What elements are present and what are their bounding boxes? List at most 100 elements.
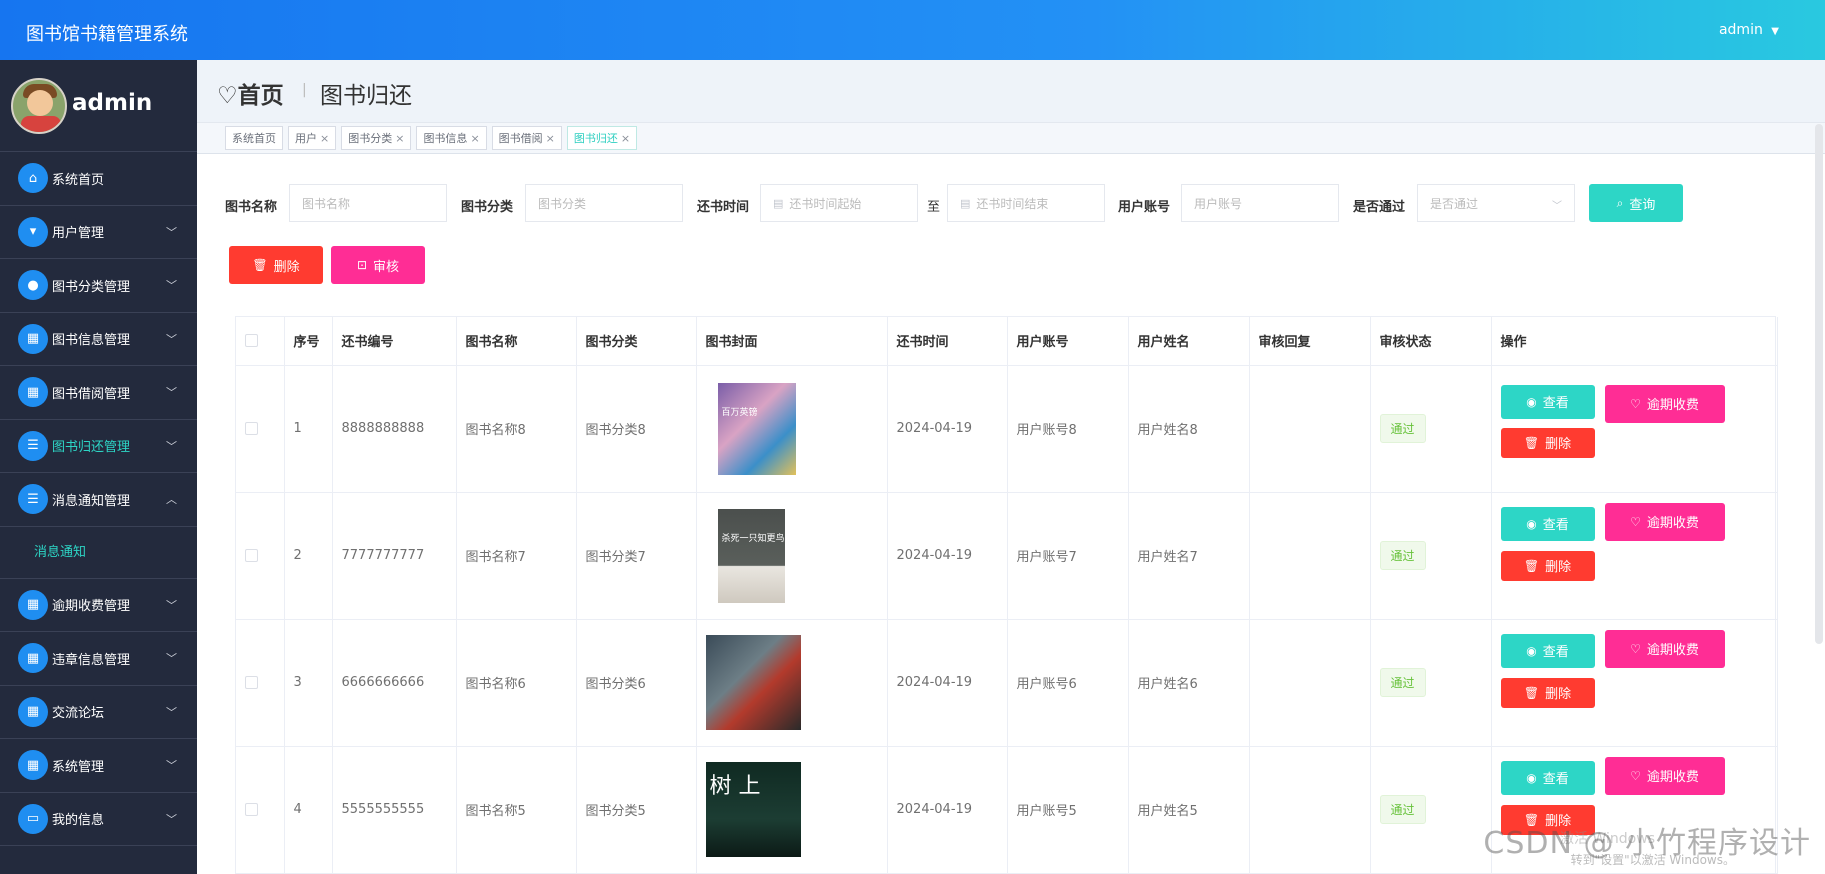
- row-return-time: 2024-04-19: [887, 746, 1008, 874]
- chevron-down-icon: ﹀: [166, 812, 177, 826]
- row-return-time: 2024-04-19: [887, 365, 1008, 493]
- view-button[interactable]: ◉ 查看: [1500, 384, 1595, 419]
- sidebar-item-my-info[interactable]: ▭ 我的信息 ﹀: [0, 793, 197, 846]
- sidebar-item-book-info[interactable]: ▦ 图书信息管理 ﹀: [0, 313, 197, 366]
- overdue-fee-button[interactable]: ♡ 逾期收费: [1604, 384, 1725, 423]
- account-label: 用户账号: [1118, 200, 1171, 215]
- sidebar-item-overdue[interactable]: ▦ 逾期收费管理 ﹀: [0, 579, 197, 632]
- row-checkbox[interactable]: [245, 549, 258, 562]
- tab-info[interactable]: 图书信息 ×: [416, 126, 487, 150]
- query-button[interactable]: ⌕ 查询: [1589, 184, 1683, 222]
- row-checkbox[interactable]: [245, 676, 258, 689]
- book-name-input[interactable]: 图书名称: [289, 184, 447, 222]
- close-icon[interactable]: ×: [395, 132, 404, 145]
- user-menu[interactable]: admin ▼: [1719, 22, 1779, 38]
- tab-return[interactable]: 图书归还 ×: [566, 126, 638, 150]
- row-status-cell: 通过: [1370, 492, 1492, 620]
- row-user: 用户姓名6: [1128, 619, 1250, 747]
- row-category: 图书分类8: [576, 365, 697, 493]
- view-button[interactable]: ◉ 查看: [1500, 633, 1595, 668]
- breadcrumb-separator: |: [302, 82, 307, 98]
- sidebar-item-violation[interactable]: ▦ 违章信息管理 ﹀: [0, 632, 197, 686]
- row-reply: [1249, 492, 1371, 620]
- overdue-fee-button[interactable]: ♡ 逾期收费: [1604, 502, 1725, 541]
- category-input[interactable]: 图书分类: [525, 184, 683, 222]
- overdue-fee-button[interactable]: ♡ 逾期收费: [1604, 756, 1725, 795]
- row-checkbox[interactable]: [245, 803, 258, 816]
- col-header: 序号: [284, 317, 333, 366]
- profile-name: admin: [72, 90, 153, 116]
- row-status-cell: 通过: [1370, 365, 1492, 493]
- sidebar-item-home[interactable]: ⌂ 系统首页: [0, 152, 197, 206]
- row-code: 8888888888: [332, 365, 457, 493]
- row-book-name: 图书名称5: [456, 746, 577, 874]
- sidebar-item-forum[interactable]: ▦ 交流论坛 ﹀: [0, 686, 197, 739]
- row-delete-button[interactable]: 🗑 删除: [1500, 550, 1595, 581]
- sidebar-subitem-notice[interactable]: 消息通知: [0, 527, 197, 579]
- sidebar-item-notice[interactable]: ☰ 消息通知管理 ︿: [0, 473, 197, 527]
- profile: admin: [0, 60, 197, 152]
- view-button[interactable]: ◉ 查看: [1500, 506, 1595, 541]
- review-icon: ⊡: [356, 258, 368, 272]
- close-icon[interactable]: ×: [621, 132, 630, 145]
- avatar: [11, 78, 67, 134]
- book-cover-title: 百万英镑: [721, 407, 758, 418]
- col-header: 操作: [1491, 317, 1778, 366]
- book-cover-title: 树 上: [709, 774, 761, 799]
- sidebar-item-system[interactable]: ▦ 系统管理 ﹀: [0, 739, 197, 793]
- row-account: 用户账号7: [1007, 492, 1129, 620]
- view-button[interactable]: ◉ 查看: [1500, 760, 1595, 795]
- row-delete-button[interactable]: 🗑 删除: [1500, 427, 1595, 458]
- chevron-down-icon: ﹀: [166, 705, 177, 719]
- sidebar-item-book-category[interactable]: ● 图书分类管理 ﹀: [0, 259, 197, 313]
- status-badge: 通过: [1379, 668, 1426, 697]
- tab-home[interactable]: 系统首页: [225, 126, 283, 150]
- row-checkbox[interactable]: [245, 422, 258, 435]
- chevron-down-icon: ﹀: [166, 598, 177, 612]
- grid-icon: ▦: [18, 696, 48, 727]
- close-icon[interactable]: ×: [320, 132, 329, 145]
- row-user: 用户姓名7: [1128, 492, 1250, 620]
- chevron-down-icon: ﹀: [166, 332, 177, 346]
- row-no: 1: [284, 365, 333, 493]
- tab-category[interactable]: 图书分类 ×: [341, 126, 412, 150]
- row-reply: [1249, 746, 1371, 874]
- overdue-fee-button[interactable]: ♡ 逾期收费: [1604, 629, 1725, 668]
- row-status-cell: 通过: [1370, 746, 1492, 874]
- row-book-name: 图书名称6: [456, 619, 577, 747]
- tab-borrow[interactable]: 图书借阅 ×: [491, 126, 562, 150]
- select-all-checkbox[interactable]: [245, 334, 258, 348]
- sidebar-item-users[interactable]: ▾ 用户管理 ﹀: [0, 206, 197, 259]
- sidebar: admin ⌂ 系统首页 ▾ 用户管理 ﹀ ● 图书分类管理 ﹀ ▦ 图书信息管…: [0, 60, 197, 874]
- tab-users[interactable]: 用户 ×: [288, 126, 337, 150]
- scrollbar[interactable]: [1815, 124, 1823, 644]
- close-icon[interactable]: ×: [546, 132, 555, 145]
- row-return-time: 2024-04-19: [887, 619, 1008, 747]
- passed-select[interactable]: 是否通过 ﹀: [1417, 184, 1575, 222]
- start-date-input[interactable]: ▤ 还书时间起始: [760, 184, 918, 222]
- col-header: 审核状态: [1370, 317, 1492, 366]
- row-category: 图书分类5: [576, 746, 697, 874]
- close-icon[interactable]: ×: [470, 132, 479, 145]
- row-book-name: 图书名称7: [456, 492, 577, 620]
- eye-icon: ◉: [1526, 643, 1537, 658]
- bulk-delete-button[interactable]: 🗑 删除: [229, 246, 323, 284]
- end-date-input[interactable]: ▤ 还书时间结束: [947, 184, 1105, 222]
- chevron-up-icon: ︿: [166, 493, 177, 506]
- chevron-down-icon: ﹀: [166, 759, 177, 772]
- table-row: 1 8888888888 图书名称8 图书分类8 百万英镑 2024-04-19…: [236, 365, 1778, 493]
- chevron-down-icon: ﹀: [166, 279, 177, 292]
- review-button[interactable]: ⊡ 审核: [331, 246, 425, 284]
- book-cover-image: 树 上: [705, 762, 801, 857]
- row-book-name: 图书名称8: [456, 365, 577, 493]
- heart-icon: ♡: [1630, 396, 1641, 411]
- row-delete-button[interactable]: 🗑 删除: [1500, 677, 1595, 708]
- row-reply: [1249, 365, 1371, 493]
- account-input[interactable]: 用户账号: [1181, 184, 1339, 222]
- row-cover-cell: [696, 619, 888, 747]
- caret-down-icon: ▼: [1771, 26, 1779, 37]
- row-cover-cell: 树 上: [696, 746, 888, 874]
- sidebar-item-borrow[interactable]: ▦ 图书借阅管理 ﹀: [0, 366, 197, 420]
- sidebar-item-return[interactable]: ☰ 图书归还管理 ﹀: [0, 420, 197, 473]
- breadcrumb-home[interactable]: ♡首页: [217, 76, 284, 110]
